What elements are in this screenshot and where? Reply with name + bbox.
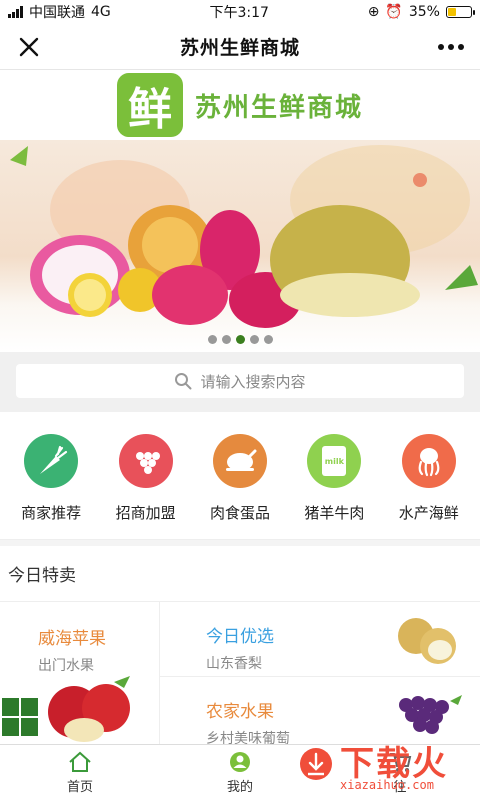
status-bar: 中国联通 4G 下午3:17 ⊕ ⏰ 35% [0,0,480,24]
alarm-icon: ⏰ [385,4,403,20]
category-label: 招商加盟 [115,504,176,522]
category-label: 猪羊牛肉 [304,504,365,522]
battery-percent: 35% [408,4,440,20]
watermark-domain: xiazaihuo.com [340,778,434,792]
category-item[interactable]: 招商加盟 [100,434,192,527]
signal-icon [8,6,23,18]
carousel-dot[interactable] [263,335,273,344]
close-icon[interactable] [14,32,44,62]
home-icon [69,751,91,772]
watermark: 下载火 xiazaihuo.com [286,736,474,796]
grape-image [399,694,462,734]
category-grid: 商家推荐 招商加盟 肉食蛋品 milk 猪羊牛肉 水产海鲜 [0,412,480,540]
category-item[interactable]: milk 猪羊牛肉 [288,434,380,527]
category-item[interactable]: 肉食蛋品 [194,434,286,527]
carrot-icon [24,434,79,488]
search-placeholder: 请输入搜索内容 [200,372,306,391]
carousel-dot[interactable] [235,335,245,344]
clock: 下午3:17 [209,5,269,21]
navigation-bar: 苏州生鲜商城 [0,24,480,70]
tab-label: 首页 [66,779,93,795]
milk-icon: milk [307,434,362,488]
network-type: 4G [91,4,111,20]
battery-icon [445,6,475,18]
octopus-icon [401,434,456,488]
category-label: 商家推荐 [21,504,82,522]
specials-panel: 威海苹果 出门水果 今日优选 山东香梨 农家水果 乡村美味葡萄 [0,602,480,750]
page-title: 苏州生鲜商城 [179,37,300,59]
logo-text: 苏州生鲜商城 [194,92,363,123]
logo-bar: 鲜 苏州生鲜商城 [0,70,480,140]
search-input[interactable]: 请输入搜索内容 [16,364,464,398]
search-icon [175,373,192,390]
user-icon [230,751,250,772]
special-title: 威海苹果 [38,629,106,649]
grapes-icon [118,434,173,488]
special-item[interactable]: 今日优选 山东香梨 [160,602,480,677]
search-area: 请输入搜索内容 [0,352,480,412]
apple-image [48,676,130,742]
category-label: 水产海鲜 [398,504,459,522]
tab-label: 我的 [226,779,253,795]
tab-home[interactable]: 首页 [0,745,160,800]
carrier: 中国联通 [29,5,85,21]
menu-grid-icon[interactable] [0,696,40,738]
more-icon[interactable] [436,32,466,62]
carousel-indicators [0,335,480,344]
milk-icon-text: milk [322,446,347,476]
logo-icon: 鲜 [116,73,183,137]
rotation-lock-icon: ⊕ [367,4,380,20]
chicken-icon [212,434,267,488]
carousel-dot[interactable] [207,335,217,344]
section-title: 今日特卖 [0,540,480,602]
carousel-dot[interactable] [221,335,231,344]
pear-image [398,618,456,664]
carousel-dot[interactable] [249,335,259,344]
banner-carousel[interactable] [0,140,480,352]
category-item[interactable]: 商家推荐 [5,434,97,527]
banner-image [10,145,478,328]
category-label: 肉食蛋品 [209,504,270,522]
category-item[interactable]: 水产海鲜 [383,434,475,527]
